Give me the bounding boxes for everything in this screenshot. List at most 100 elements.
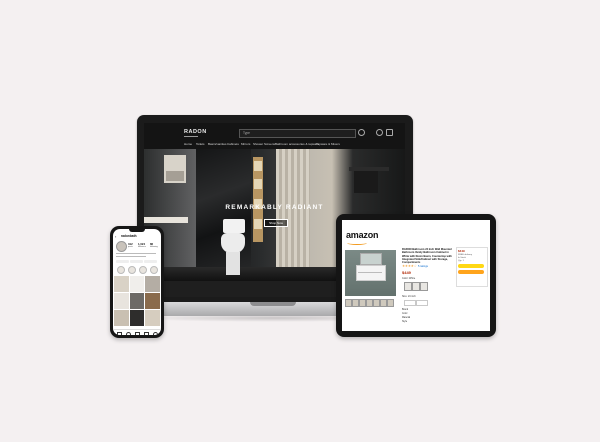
hero-curtain (276, 149, 310, 281)
hero-counter (144, 217, 188, 223)
product-thumbnail[interactable] (380, 299, 387, 307)
posts-label: posts (128, 246, 133, 248)
product-thumbnail[interactable] (352, 299, 359, 307)
website-nav: Home Toilets Basin/vanities Cabinets Mir… (144, 140, 405, 149)
tablet-screen-amazon: amazon RADON Bathroom 24 Inch Wall Mount… (342, 220, 490, 331)
hero-marble-wall (196, 149, 251, 281)
size-label: Size: 24 inch (402, 295, 416, 298)
account-icon[interactable] (376, 129, 383, 136)
nav-item-toilets[interactable]: Toilets (196, 142, 205, 146)
color-option[interactable] (420, 282, 428, 291)
nav-item-cabinets[interactable]: Cabinets (227, 142, 239, 146)
post-thumbnail[interactable] (145, 293, 160, 309)
spec-material: Material (402, 317, 411, 319)
size-option[interactable] (416, 300, 428, 306)
story-highlight[interactable] (128, 266, 136, 274)
product-title[interactable]: RADON Bathroom 24 Inch Wall Mounted Bath… (402, 248, 454, 264)
cart-icon[interactable] (386, 129, 393, 136)
laptop-notch (250, 302, 296, 306)
product-thumbnail[interactable] (387, 299, 394, 307)
post-thumbnail[interactable] (129, 276, 144, 292)
hero-right-cabinet (354, 171, 378, 193)
add-post-icon[interactable] (135, 331, 140, 335)
product-image-mirror (360, 253, 382, 265)
website-header: RADON Type Home Toilets Basin/vanities C… (144, 123, 405, 149)
device-mockup-scene: RADON Type Home Toilets Basin/vanities C… (0, 0, 600, 442)
search-icon[interactable] (358, 129, 365, 136)
amazon-logo[interactable]: amazon (346, 230, 379, 240)
profile-icon[interactable] (153, 331, 158, 335)
message-button[interactable] (130, 260, 143, 263)
hero-toilet-bowl (221, 233, 245, 253)
post-thumbnail[interactable] (114, 293, 129, 309)
nav-item-tapware[interactable]: Tapware & Mixers (316, 142, 340, 146)
post-thumbnail[interactable] (145, 276, 160, 292)
buy-box-stock: In Stock (458, 257, 466, 259)
nav-item-accessories[interactable]: Bathroom accessories & tapware (275, 142, 319, 146)
search-icon[interactable] (126, 331, 131, 335)
color-option[interactable] (404, 282, 412, 291)
color-option[interactable] (412, 282, 420, 291)
spec-brand: Brand (402, 309, 409, 311)
phone-screen-instagram: ‹ radonbath 312 posts 1,024 followers 86… (113, 229, 161, 335)
color-label: Color: White (402, 277, 416, 280)
hero-niche-item (254, 161, 262, 171)
post-thumbnail[interactable] (129, 310, 144, 326)
product-thumbnail[interactable] (373, 299, 380, 307)
nav-item-mirrors[interactable]: Mirrors (241, 142, 250, 146)
product-thumbnail[interactable] (359, 299, 366, 307)
back-arrow-icon[interactable]: ‹ (115, 234, 116, 239)
website-logo-underline (184, 136, 198, 137)
product-price: $449 (402, 270, 411, 275)
buy-now-button[interactable] (458, 270, 484, 274)
hero-toilet (223, 219, 245, 233)
spec-color: Color (402, 313, 408, 315)
profile-avatar[interactable] (116, 241, 127, 252)
shop-now-label: Shop Now (269, 221, 283, 225)
product-thumbnail[interactable] (366, 299, 373, 307)
product-image-vanity (356, 265, 386, 281)
hero-shelf-items (166, 171, 184, 181)
story-highlight[interactable] (139, 266, 147, 274)
followers-label: followers (138, 246, 146, 248)
product-thumbnails (345, 299, 396, 307)
hero-title: REMARKABLY RADIANT (225, 204, 324, 211)
buy-box-price: $449 (458, 249, 465, 253)
website-logo[interactable]: RADON (184, 129, 207, 135)
phone-notch (129, 229, 145, 232)
size-option[interactable] (404, 300, 416, 306)
buy-box-delivery: FREE delivery (458, 254, 472, 256)
buy-box-quantity[interactable]: Qty: 1 (458, 260, 464, 262)
story-highlight[interactable] (150, 266, 158, 274)
product-thumbnail[interactable] (345, 299, 352, 307)
profile-bio-line (116, 256, 146, 257)
following-label: following (150, 246, 158, 248)
hero-niche-item (254, 179, 262, 189)
story-highlight[interactable] (117, 266, 125, 274)
shop-now-button[interactable]: Shop Now (264, 219, 288, 227)
reels-icon[interactable] (144, 331, 149, 335)
bottom-tab-bar (113, 329, 161, 335)
search-placeholder: Type (243, 131, 250, 135)
follow-button[interactable] (116, 260, 129, 263)
post-thumbnail[interactable] (114, 310, 129, 326)
spec-style: Style (402, 321, 408, 323)
add-to-cart-button[interactable] (458, 264, 484, 268)
product-image-drawer-line (358, 272, 382, 273)
profile-username: radonbath (121, 234, 137, 238)
rating-count[interactable]: 5 ratings (418, 265, 428, 268)
post-thumbnail[interactable] (114, 276, 129, 292)
hero-niche-item (254, 219, 262, 229)
post-thumbnail[interactable] (129, 293, 144, 309)
post-grid (114, 276, 160, 328)
post-thumbnail[interactable] (145, 310, 160, 326)
nav-item-home[interactable]: Home (184, 142, 192, 146)
nav-item-shower-screens[interactable]: Shower Screens (253, 142, 275, 146)
rating-stars[interactable]: ★★★★☆ (402, 264, 417, 268)
profile-bio-line (116, 253, 156, 254)
website-search-input[interactable]: Type (239, 129, 356, 138)
hero-toilet-base (226, 252, 240, 275)
nav-item-basins[interactable]: Basin/vanities (208, 142, 227, 146)
contact-button[interactable] (144, 260, 157, 263)
home-icon[interactable] (117, 331, 122, 335)
